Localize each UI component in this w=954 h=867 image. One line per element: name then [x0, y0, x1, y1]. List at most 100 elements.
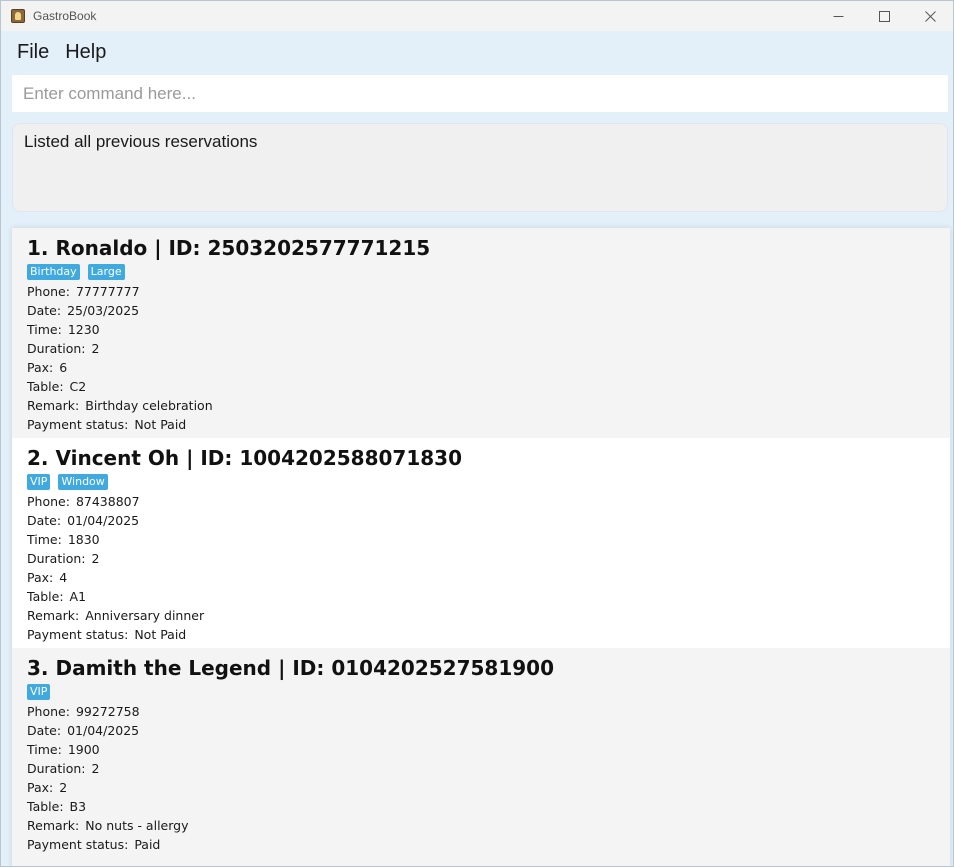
date-field: Date: 01/04/2025 — [27, 511, 935, 530]
result-display: Listed all previous reservations — [12, 123, 948, 212]
title-bar: GastroBook — [1, 1, 953, 31]
minimize-icon — [833, 15, 843, 17]
tag-list: VIP — [27, 684, 935, 700]
tag: Window — [58, 474, 108, 490]
payment-label: Payment status: — [27, 837, 129, 852]
payment-value: Paid — [134, 837, 161, 852]
menu-bar: File Help — [1, 31, 953, 73]
date-value: 01/04/2025 — [67, 513, 140, 528]
phone-label: Phone: — [27, 494, 70, 509]
remark-field: Remark: Anniversary dinner — [27, 606, 935, 625]
reservation-title: 1. Ronaldo | ID: 2503202577771215 — [27, 236, 431, 260]
app-window: GastroBook File Help Enter command here.… — [0, 0, 954, 867]
date-label: Date: — [27, 723, 62, 738]
window-controls — [815, 1, 953, 31]
remark-field: Remark: No nuts - allergy — [27, 816, 935, 835]
phone-value: 77777777 — [75, 284, 140, 299]
duration-field: Duration: 2 — [27, 549, 935, 568]
time-value: 1900 — [67, 742, 100, 757]
address-book-icon — [11, 9, 25, 23]
duration-label: Duration: — [27, 761, 86, 776]
maximize-button[interactable] — [861, 1, 907, 31]
payment-value: Not Paid — [134, 417, 187, 432]
window-title: GastroBook — [33, 9, 97, 23]
duration-value: 2 — [91, 551, 100, 566]
tag-list: Birthday Large — [27, 264, 935, 280]
minimize-button[interactable] — [815, 1, 861, 31]
table-label: Table: — [27, 589, 64, 604]
date-field: Date: 01/04/2025 — [27, 721, 935, 740]
phone-label: Phone: — [27, 284, 70, 299]
reservation-list[interactable]: 1. Ronaldo | ID: 2503202577771215 Birthd… — [12, 228, 950, 866]
remark-value: Birthday celebration — [85, 398, 213, 413]
phone-field: Phone: 99272758 — [27, 702, 935, 721]
maximize-icon — [878, 10, 890, 22]
date-value: 25/03/2025 — [67, 303, 140, 318]
remark-field: Remark: Birthday celebration — [27, 396, 935, 415]
pax-value: 6 — [59, 360, 68, 375]
reservation-card[interactable]: 1. Ronaldo | ID: 2503202577771215 Birthd… — [12, 228, 950, 438]
time-field: Time: 1830 — [27, 530, 935, 549]
remark-label: Remark: — [27, 398, 80, 413]
tag-list: VIP Window — [27, 474, 935, 490]
date-field: Date: 25/03/2025 — [27, 301, 935, 320]
result-text: Listed all previous reservations — [24, 132, 258, 151]
time-label: Time: — [27, 742, 62, 757]
payment-field: Payment status: Not Paid — [27, 625, 935, 644]
phone-value: 99272758 — [75, 704, 140, 719]
payment-field: Payment status: Not Paid — [27, 415, 935, 434]
menu-help[interactable]: Help — [57, 41, 114, 64]
table-field: Table: A1 — [27, 587, 935, 606]
tag: Birthday — [27, 264, 80, 280]
table-label: Table: — [27, 799, 64, 814]
pax-value: 4 — [59, 570, 68, 585]
table-value: B3 — [69, 799, 87, 814]
time-label: Time: — [27, 322, 62, 337]
table-value: C2 — [69, 379, 87, 394]
time-label: Time: — [27, 532, 62, 547]
remark-label: Remark: — [27, 608, 80, 623]
time-value: 1230 — [67, 322, 100, 337]
reservation-card[interactable]: 2. Vincent Oh | ID: 1004202588071830 VIP… — [12, 438, 950, 648]
remark-label: Remark: — [27, 818, 80, 833]
reservation-card[interactable]: 3. Damith the Legend | ID: 0104202527581… — [12, 648, 950, 858]
phone-field: Phone: 77777777 — [27, 282, 935, 301]
payment-field: Payment status: Paid — [27, 835, 935, 854]
table-field: Table: B3 — [27, 797, 935, 816]
pax-value: 2 — [59, 780, 68, 795]
tag: VIP — [27, 474, 51, 490]
time-value: 1830 — [67, 532, 100, 547]
pax-field: Pax: 2 — [27, 778, 935, 797]
close-icon — [924, 10, 936, 22]
table-label: Table: — [27, 379, 64, 394]
pax-label: Pax: — [27, 570, 54, 585]
pax-field: Pax: 4 — [27, 568, 935, 587]
date-value: 01/04/2025 — [67, 723, 140, 738]
duration-field: Duration: 2 — [27, 339, 935, 358]
duration-value: 2 — [91, 761, 100, 776]
phone-field: Phone: 87438807 — [27, 492, 935, 511]
time-field: Time: 1900 — [27, 740, 935, 759]
duration-field: Duration: 2 — [27, 759, 935, 778]
pax-label: Pax: — [27, 780, 54, 795]
payment-label: Payment status: — [27, 627, 129, 642]
pax-label: Pax: — [27, 360, 54, 375]
reservation-title: 3. Damith the Legend | ID: 0104202527581… — [27, 656, 554, 680]
reservation-title: 2. Vincent Oh | ID: 1004202588071830 — [27, 446, 463, 470]
table-field: Table: C2 — [27, 377, 935, 396]
close-button[interactable] — [907, 1, 953, 31]
remark-value: No nuts - allergy — [85, 818, 189, 833]
remark-value: Anniversary dinner — [85, 608, 205, 623]
tag: Large — [87, 264, 125, 280]
time-field: Time: 1230 — [27, 320, 935, 339]
phone-label: Phone: — [27, 704, 70, 719]
menu-file[interactable]: File — [9, 41, 57, 64]
table-value: A1 — [69, 589, 87, 604]
duration-label: Duration: — [27, 341, 86, 356]
command-input[interactable] — [12, 75, 948, 112]
payment-value: Not Paid — [134, 627, 187, 642]
duration-value: 2 — [91, 341, 100, 356]
payment-label: Payment status: — [27, 417, 129, 432]
phone-value: 87438807 — [75, 494, 140, 509]
date-label: Date: — [27, 513, 62, 528]
